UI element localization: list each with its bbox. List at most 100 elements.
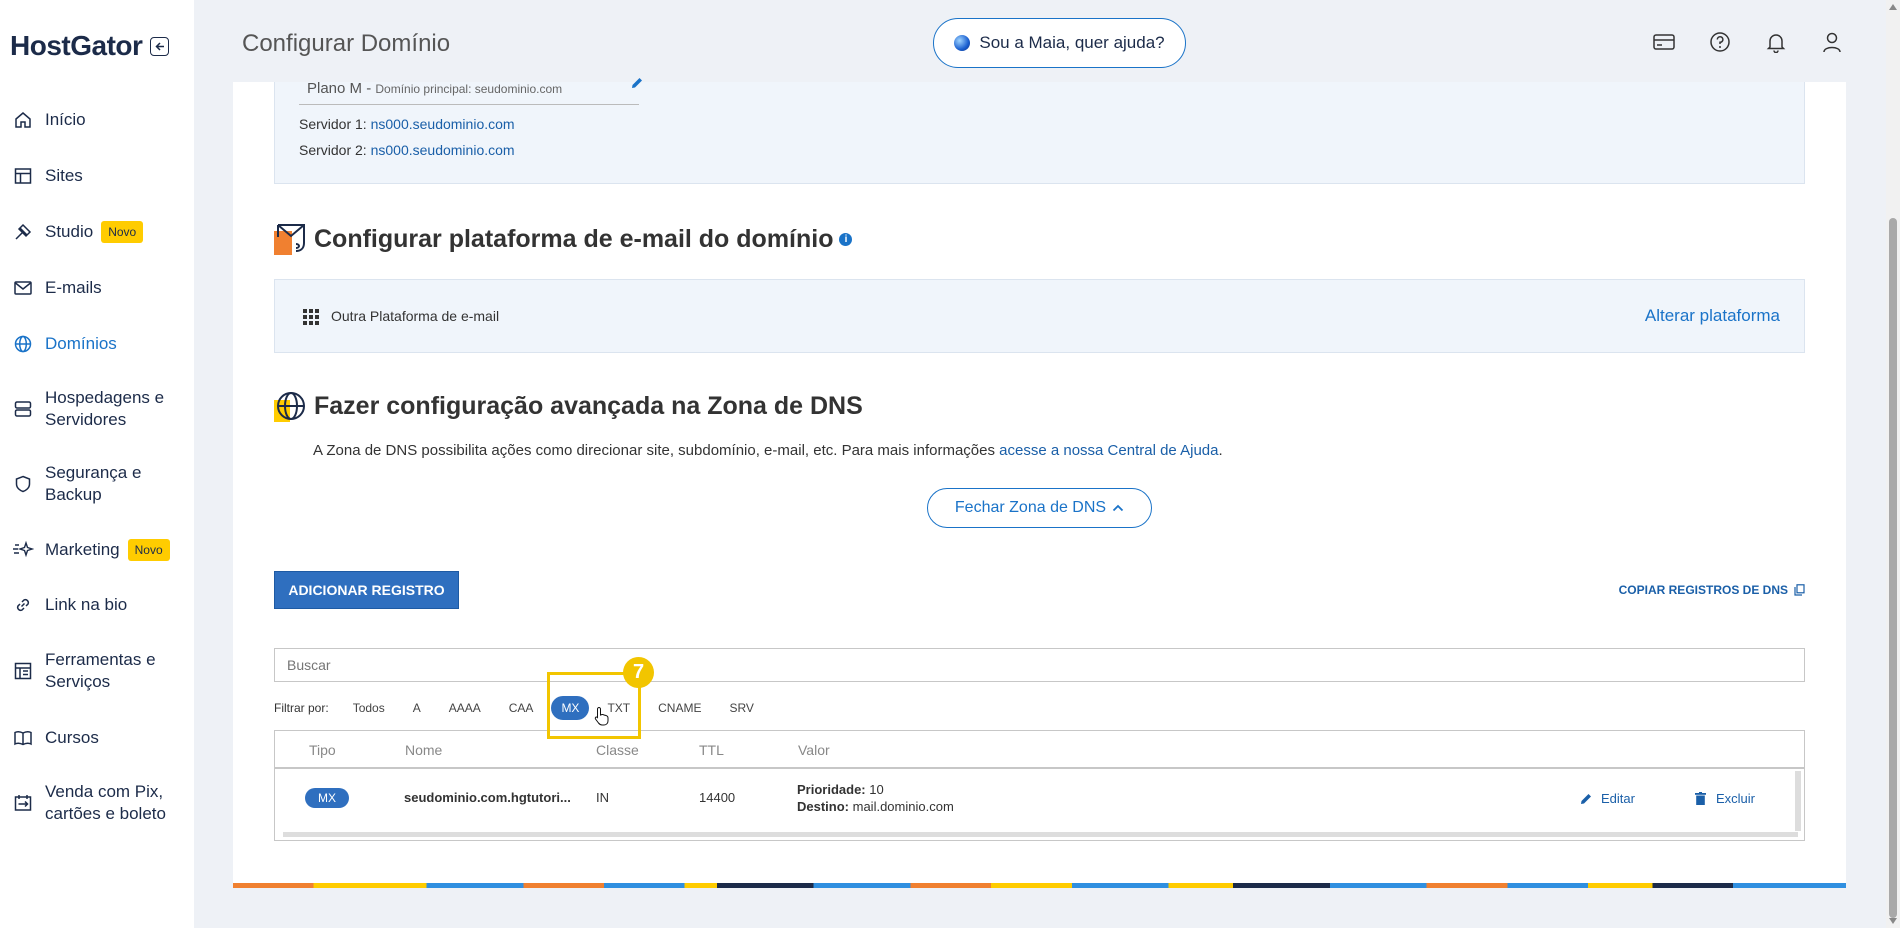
logo[interactable]: HostGator <box>10 30 170 62</box>
priority-label: Prioridade: <box>797 782 866 797</box>
record-priority: Prioridade: 10 <box>797 782 884 797</box>
sidebar-item-emails[interactable]: E-mails <box>0 277 194 299</box>
sidebar-item-label: Link na bio <box>45 595 128 614</box>
table-header: Tipo Nome Classe TTL Valor <box>275 731 1804 769</box>
nameserver-2-value: ns000.seudominio.com <box>370 142 515 158</box>
record-class: IN <box>596 790 609 805</box>
info-icon[interactable]: i <box>839 232 853 246</box>
plan-line: Plano M - Domínio principal: seudominio.… <box>307 80 562 97</box>
nameserver-2-label: Servidor 2: <box>299 142 367 158</box>
filter-chip-srv[interactable]: SRV <box>719 696 763 720</box>
sidebar-item-hospedagens[interactable]: Hospedagens e Servidores <box>0 388 194 430</box>
scroll-down-arrow-icon[interactable] <box>1889 918 1897 924</box>
email-section-header: Configurar plataforma de e-mail do domín… <box>274 223 853 255</box>
nameserver-1-value: ns000.seudominio.com <box>370 116 515 132</box>
apps-grid-icon <box>303 309 319 330</box>
collapse-sidebar-icon[interactable] <box>150 36 170 56</box>
filter-chip-aaaa[interactable]: AAAA <box>439 696 491 720</box>
plan-name: Plano M - <box>307 80 372 97</box>
edit-record-button[interactable]: Editar <box>1580 791 1635 806</box>
copy-dns-records-label: COPIAR REGISTROS DE DNS <box>1618 583 1788 597</box>
add-record-button[interactable]: ADICIONAR REGISTRO <box>274 571 459 609</box>
sidebar-item-seguranca[interactable]: Segurança e Backup <box>0 463 194 505</box>
filter-label: Filtrar por: <box>274 701 329 715</box>
help-icon[interactable] <box>1708 30 1732 54</box>
sidebar-item-label: Serviços <box>45 672 111 691</box>
sidebar-item-label: Ferramentas e <box>45 650 156 669</box>
dns-description-text: A Zona de DNS possibilita ações como dir… <box>313 442 995 459</box>
close-dns-zone-button[interactable]: Fechar Zona de DNS <box>927 488 1152 528</box>
maia-help-button[interactable]: Sou a Maia, quer ajuda? <box>933 18 1186 68</box>
top-header: Configurar Domínio Sou a Maia, quer ajud… <box>194 0 1900 82</box>
sidebar-item-ferramentas[interactable]: Ferramentas e Serviços <box>0 650 194 692</box>
nameservers-panel: Plano M - Domínio principal: seudominio.… <box>274 78 1805 184</box>
brand-color-stripe <box>233 883 1846 888</box>
new-badge: Novo <box>127 539 170 561</box>
sidebar-item-cursos[interactable]: Cursos <box>0 727 194 749</box>
table-horizontal-scrollbar[interactable] <box>283 832 1798 837</box>
page-title: Configurar Domínio <box>242 30 451 57</box>
tools-icon <box>12 660 34 682</box>
book-icon <box>12 727 34 749</box>
change-platform-link[interactable]: Alterar plataforma <box>1645 306 1780 326</box>
sidebar-item-marketing[interactable]: Marketing Novo <box>0 539 194 561</box>
sidebar-item-label: Studio <box>45 222 94 241</box>
record-ttl: 14400 <box>699 790 736 805</box>
dns-records-table: Tipo Nome Classe TTL Valor MX seudominio… <box>274 730 1805 841</box>
destination-label: Destino: <box>797 799 849 814</box>
table-row: MX seudominio.com.hgtutori... IN 14400 P… <box>283 775 1793 833</box>
hand-cursor-icon <box>594 706 610 726</box>
dns-description: A Zona de DNS possibilita ações como dir… <box>313 442 1223 459</box>
sidebar-item-label: Marketing <box>45 540 120 559</box>
copy-icon <box>1794 584 1805 596</box>
close-dns-zone-label: Fechar Zona de DNS <box>954 499 1107 516</box>
filter-chip-a[interactable]: A <box>403 696 431 720</box>
email-platform-name: Outra Plataforma de e-mail <box>331 308 500 324</box>
main-card: Plano M - Domínio principal: seudominio.… <box>233 78 1846 888</box>
credit-card-icon[interactable] <box>1652 30 1676 54</box>
sidebar-item-sites[interactable]: Sites <box>0 165 194 187</box>
page-vertical-scrollbar[interactable] <box>1886 0 1900 928</box>
filter-chip-todos[interactable]: Todos <box>343 696 395 720</box>
sidebar-item-label: Cursos <box>45 728 99 747</box>
record-type-badge: MX <box>305 788 349 808</box>
link-icon <box>12 594 34 616</box>
help-center-link[interactable]: acesse a nossa Central de Ajuda <box>999 442 1218 459</box>
sidebar-item-venda-pix[interactable]: Venda com Pix, cartões e boleto <box>0 782 194 824</box>
dns-section-header: Fazer configuração avançada na Zona de D… <box>274 390 863 422</box>
notifications-bell-icon[interactable] <box>1764 30 1788 54</box>
sidebar-item-label: Venda com Pix, <box>45 782 164 801</box>
search-input[interactable] <box>274 648 1805 682</box>
email-section-title: Configurar plataforma de e-mail do domín… <box>314 224 834 253</box>
record-destination: Destino: mail.dominio.com <box>797 799 954 814</box>
dns-globe-icon <box>274 390 306 422</box>
table-vertical-scrollbar[interactable] <box>1795 771 1801 831</box>
dns-section-title: Fazer configuração avançada na Zona de D… <box>314 391 863 420</box>
delete-record-button[interactable]: Excluir <box>1695 791 1755 806</box>
edit-pencil-icon <box>1580 792 1593 805</box>
nameserver-1-label: Servidor 1: <box>299 116 367 132</box>
column-header-nome: Nome <box>405 742 443 758</box>
sidebar-item-studio[interactable]: Studio Novo <box>0 221 194 243</box>
studio-icon <box>12 221 34 243</box>
trash-icon <box>1695 792 1706 805</box>
edit-pencil-icon[interactable] <box>630 76 644 95</box>
home-icon <box>12 109 34 131</box>
plan-domain: Domínio principal: seudominio.com <box>375 82 563 96</box>
sidebar: HostGator Início Sites Studio Novo E-mai… <box>0 0 194 928</box>
layout-icon <box>12 165 34 187</box>
filter-chip-cname[interactable]: CNAME <box>648 696 711 720</box>
scroll-up-arrow-icon[interactable] <box>1889 4 1897 10</box>
maia-help-label: Sou a Maia, quer ajuda? <box>979 33 1165 52</box>
column-header-ttl: TTL <box>699 742 724 758</box>
column-header-classe: Classe <box>596 742 639 758</box>
sidebar-item-link-na-bio[interactable]: Link na bio <box>0 594 194 616</box>
filter-chip-caa[interactable]: CAA <box>499 696 544 720</box>
sparkle-icon <box>12 539 34 561</box>
user-account-icon[interactable] <box>1820 30 1844 54</box>
copy-dns-records-button[interactable]: COPIAR REGISTROS DE DNS <box>1619 583 1805 597</box>
sidebar-item-inicio[interactable]: Início <box>0 109 194 131</box>
maia-avatar-icon <box>954 35 971 51</box>
sidebar-item-dominios[interactable]: Domínios <box>0 333 194 355</box>
scrollbar-thumb[interactable] <box>1889 218 1897 918</box>
